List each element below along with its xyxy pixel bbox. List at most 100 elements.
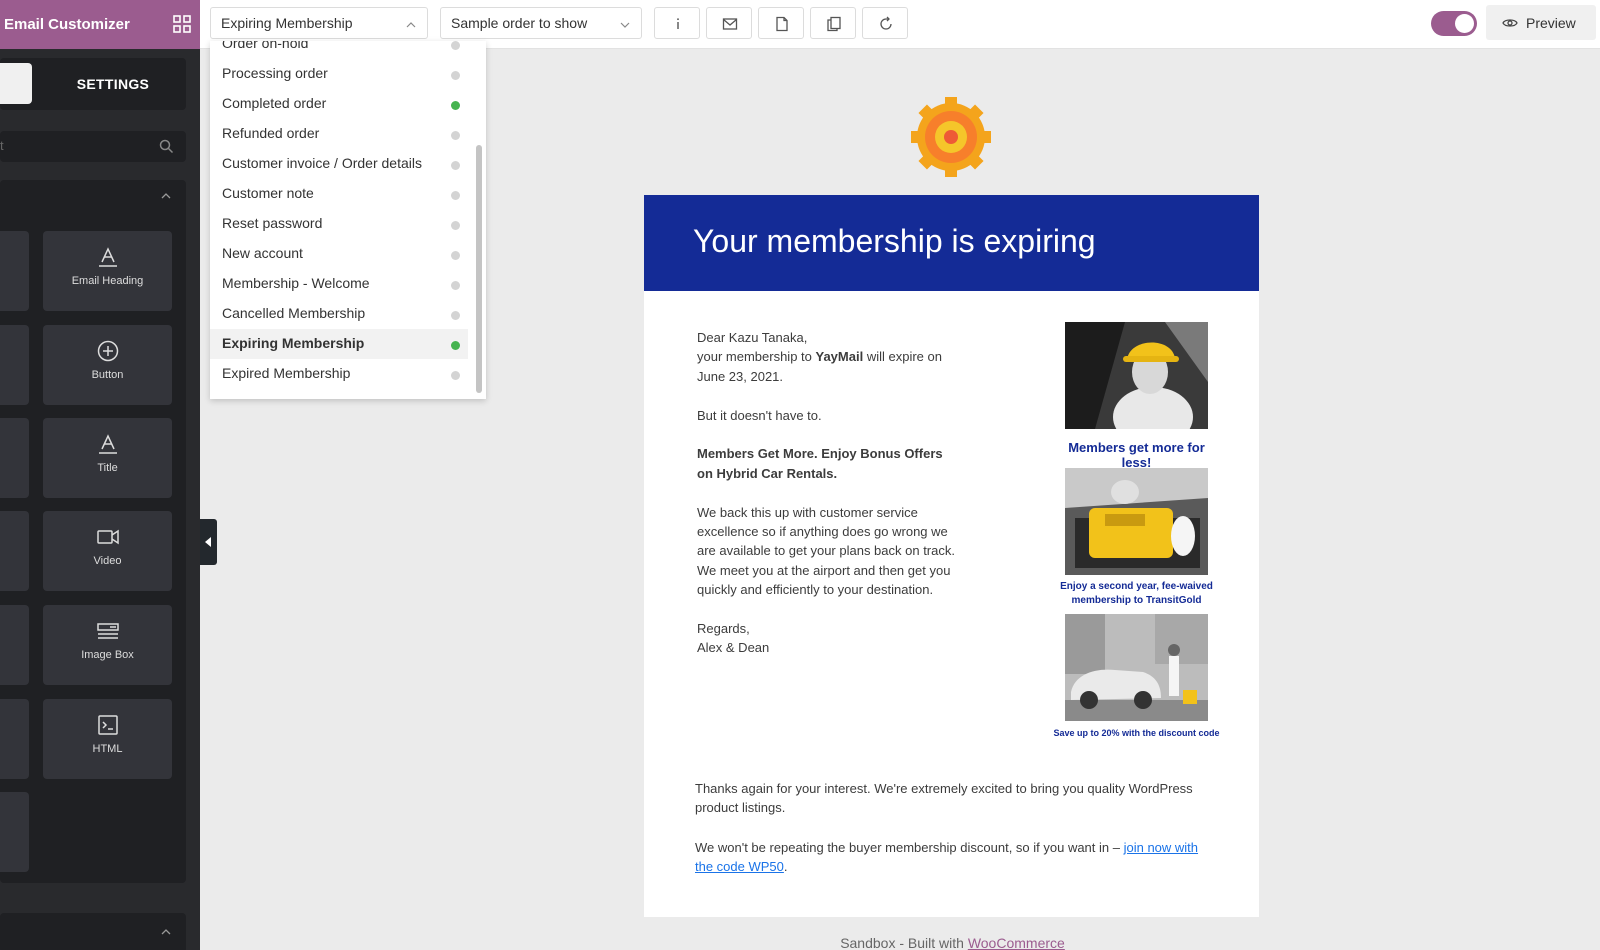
dropdown-item[interactable]: Reset password (210, 209, 468, 239)
email-header[interactable]: Your membership is expiring (644, 195, 1259, 291)
chevron-up-icon[interactable] (160, 189, 172, 201)
status-dot (451, 281, 460, 290)
info-icon (677, 18, 679, 29)
email-logo (909, 95, 993, 179)
template-select[interactable]: Expiring Membership (210, 7, 428, 39)
widget-partial[interactable] (0, 231, 29, 311)
widget-search[interactable]: t (0, 131, 186, 162)
regards: Regards, (697, 621, 750, 637)
widget-partial[interactable] (0, 792, 29, 872)
send-test-email-button[interactable] (706, 7, 752, 39)
thanks-paragraph[interactable]: Thanks again for your interest. We're ex… (695, 779, 1215, 818)
sidebar: Email Customizer SETTINGS t Email Headin… (0, 0, 200, 950)
status-dot (451, 41, 460, 50)
status-dot (451, 191, 460, 200)
dropdown-item[interactable]: Order on-hold (210, 41, 468, 59)
ad-image-car[interactable] (1065, 614, 1208, 721)
dropdown-item[interactable]: New account (210, 239, 468, 269)
widget-title[interactable]: Title (43, 418, 172, 498)
discount-paragraph[interactable]: We won't be repeating the buyer membersh… (695, 838, 1215, 877)
dropdown-item[interactable]: Completed order (210, 89, 468, 119)
widget-section-collapsed[interactable] (0, 913, 186, 950)
search-input[interactable]: t (0, 138, 4, 153)
status-dot (451, 71, 460, 80)
dropdown-scrollbar[interactable] (476, 145, 482, 393)
title-icon (96, 432, 120, 456)
widget-partial[interactable] (0, 605, 29, 685)
toggle-knob (1455, 14, 1474, 33)
dropdown-item-label: Expired Membership (222, 365, 351, 381)
chevron-up-icon (405, 18, 417, 30)
dropdown-item-label: Membership - Welcome (222, 275, 370, 291)
video-icon (96, 525, 120, 549)
sidebar-tabs: SETTINGS (0, 58, 186, 110)
widget-section: Email Heading Button Title Video Image B… (0, 180, 186, 883)
widget-html[interactable]: HTML (43, 699, 172, 779)
dropdown-item[interactable]: Customer note (210, 179, 468, 209)
sidebar-collapse-button[interactable] (200, 519, 217, 565)
order-select[interactable]: Sample order to show (440, 7, 642, 39)
dropdown-item[interactable]: Customer invoice / Order details (210, 149, 468, 179)
dropdown-item-label: Order on-hold (222, 41, 309, 51)
widget-partial[interactable] (0, 511, 29, 591)
ad-image-driver[interactable] (1065, 322, 1208, 429)
tab-content[interactable] (0, 63, 32, 104)
chevron-up-icon[interactable] (160, 925, 172, 937)
dropdown-item[interactable]: Expired Membership (210, 359, 468, 389)
widget-partial[interactable] (0, 325, 29, 405)
image-box-icon (96, 619, 120, 643)
ad-image-luggage[interactable] (1065, 468, 1208, 575)
dropdown-item-label: Customer note (222, 185, 314, 201)
dropdown-item[interactable]: Refunded order (210, 119, 468, 149)
status-dot (451, 101, 460, 110)
widget-email-heading[interactable]: Email Heading (43, 231, 172, 311)
widget-video[interactable]: Video (43, 511, 172, 591)
discount-text: We won't be repeating the buyer membersh… (695, 840, 1124, 855)
greeting: Dear Kazu Tanaka, (697, 330, 808, 345)
widget-label: Image Box (81, 649, 134, 661)
widget-partial[interactable] (0, 699, 29, 779)
reset-icon (880, 16, 892, 30)
heading-icon (96, 245, 120, 269)
email-body: Your membership is expiring Dear Kazu Ta… (644, 195, 1259, 917)
plus-circle-icon (96, 339, 120, 363)
template-dropdown-list: Order on-hold Processing order Completed… (210, 41, 486, 399)
chevron-down-icon (619, 18, 631, 30)
page-footer: Sandbox - Built with WooCommerce (645, 935, 1260, 950)
dropdown-item-selected[interactable]: Expiring Membership (210, 329, 468, 359)
discount-end: . (783, 859, 788, 875)
widget-button[interactable]: Button (43, 325, 172, 405)
status-dot (451, 371, 460, 380)
dropdown-item-label: Customer invoice / Order details (222, 155, 422, 171)
copy-icon (827, 16, 841, 32)
search-icon (159, 139, 174, 154)
dropdown-item[interactable]: Membership - Welcome (210, 269, 468, 299)
export-button[interactable] (758, 7, 804, 39)
email-text-block[interactable]: Dear Kazu Tanaka, your membership to Yay… (697, 328, 962, 677)
widget-label: Video (93, 555, 122, 567)
copy-button[interactable] (810, 7, 856, 39)
widget-partial[interactable] (0, 418, 29, 498)
membership-line-start: your membership to (697, 349, 816, 365)
reset-button[interactable] (862, 7, 908, 39)
app-title: Email Customizer (4, 16, 130, 33)
woocommerce-link[interactable]: WooCommerce (968, 935, 1065, 950)
widget-label: Title (97, 462, 118, 474)
widget-image-box[interactable]: Image Box (43, 605, 172, 685)
info-button[interactable] (654, 7, 700, 39)
preview-label: Preview (1526, 14, 1576, 31)
status-dot (451, 341, 460, 350)
live-toggle[interactable] (1431, 11, 1477, 36)
preview-button[interactable]: Preview (1486, 5, 1596, 40)
status-dot (451, 161, 460, 170)
grid-icon[interactable] (172, 14, 192, 34)
dropdown-item-label: Reset password (222, 215, 323, 231)
signoff: Alex & Dean (697, 640, 770, 656)
dropdown-item-label: Refunded order (222, 125, 320, 141)
dropdown-item[interactable]: Cancelled Membership (210, 299, 468, 329)
tab-settings[interactable]: SETTINGS (40, 58, 186, 110)
hook-line: But it doesn't have to. (697, 407, 822, 423)
dropdown-item[interactable]: Processing order (210, 59, 468, 89)
template-select-value: Expiring Membership (221, 15, 353, 31)
ad-caption: Save up to 20% with the discount code (1053, 728, 1220, 738)
